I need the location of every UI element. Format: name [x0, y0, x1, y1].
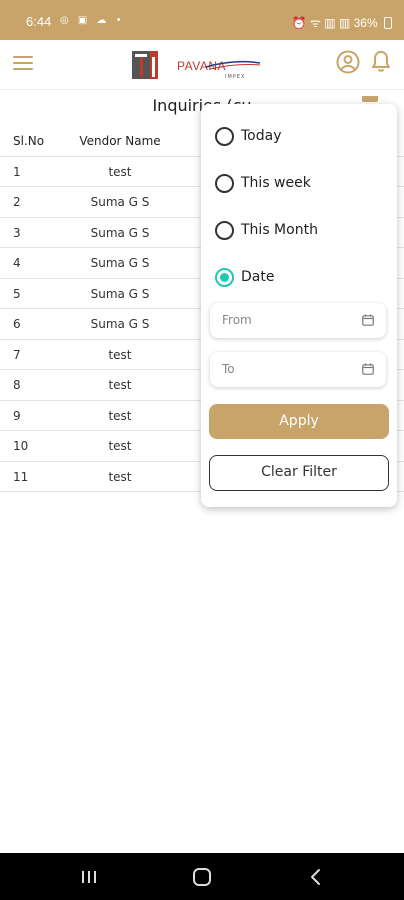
header-vendor-name: Vendor Name	[79, 134, 161, 148]
row-sl-no: 1	[13, 164, 21, 179]
from-date-placeholder: From	[222, 313, 252, 327]
company-logo: PAVANA IMPEX	[132, 47, 262, 83]
status-right-cluster: ⏰ ᯤ ▥ ▥ 36%	[292, 14, 392, 31]
filter-option-label: Today	[241, 128, 282, 144]
logo-subtext: IMPEX	[225, 74, 246, 80]
filter-toggle-button[interactable]	[362, 96, 378, 102]
row-sl-no: 4	[13, 256, 21, 270]
status-system-icons: ⏰ ᯤ ▥ ▥	[291, 16, 351, 30]
to-date-field[interactable]: To	[210, 352, 386, 387]
row-vendor-name: test	[108, 378, 132, 392]
row-sl-no: 3	[13, 225, 21, 240]
row-vendor-name: Suma G S	[90, 256, 150, 270]
row-sl-no: 9	[13, 408, 21, 423]
header-sl-no: Sl.No	[13, 134, 45, 148]
filter-option-today[interactable]: Today	[215, 125, 282, 147]
row-sl-no: 11	[13, 469, 29, 484]
date-filter-panel: Today This week This Month Date From To …	[201, 104, 397, 507]
status-time: 6:44	[26, 14, 52, 29]
battery-icon	[384, 17, 392, 29]
row-vendor-name: Suma G S	[90, 286, 150, 301]
logo-mark-icon	[132, 51, 158, 79]
row-sl-no: 10	[13, 439, 29, 453]
system-navigation-bar	[0, 853, 404, 900]
row-vendor-name: test	[108, 164, 132, 179]
radio-unchecked-icon[interactable]	[215, 220, 234, 240]
menu-icon[interactable]	[13, 56, 33, 70]
row-vendor-name: test	[108, 469, 132, 484]
app-bar: PAVANA IMPEX	[0, 40, 404, 90]
filter-option-label: This week	[241, 175, 311, 191]
radio-unchecked-icon[interactable]	[215, 126, 234, 146]
row-vendor-name: Suma G S	[90, 195, 150, 209]
status-notification-icons: ◎ ▣ ☁ •	[60, 15, 125, 26]
to-date-placeholder: To	[222, 362, 235, 376]
bell-icon[interactable]	[370, 49, 392, 73]
clear-filter-button[interactable]: Clear Filter	[209, 455, 389, 491]
logo-swoosh-icon	[205, 60, 261, 70]
row-sl-no: 2	[13, 195, 21, 209]
row-vendor-name: test	[108, 439, 132, 453]
user-circle-icon[interactable]	[336, 50, 360, 74]
row-sl-no: 5	[13, 286, 21, 301]
radio-unchecked-icon[interactable]	[215, 173, 234, 193]
battery-percent: 36%	[353, 16, 378, 30]
back-icon[interactable]	[309, 868, 323, 886]
filter-option-this-month[interactable]: This Month	[215, 219, 318, 241]
row-vendor-name: Suma G S	[90, 317, 150, 331]
filter-option-label: This Month	[241, 222, 318, 238]
home-icon[interactable]	[193, 868, 211, 886]
status-bar: 6:44 ◎ ▣ ☁ • ⏰ ᯤ ▥ ▥ 36%	[0, 0, 404, 40]
recents-icon[interactable]	[80, 870, 98, 884]
filter-option-this-week[interactable]: This week	[215, 172, 311, 194]
from-date-field[interactable]: From	[210, 303, 386, 338]
calendar-icon[interactable]	[362, 363, 374, 375]
row-vendor-name: test	[108, 347, 132, 362]
apply-button[interactable]: Apply	[209, 404, 389, 439]
filter-option-date[interactable]: Date	[215, 266, 274, 288]
row-sl-no: 6	[13, 317, 21, 331]
radio-checked-icon[interactable]	[215, 267, 234, 287]
row-sl-no: 7	[13, 347, 21, 362]
row-sl-no: 8	[13, 378, 21, 392]
row-vendor-name: test	[108, 408, 132, 423]
calendar-icon[interactable]	[362, 314, 374, 326]
filter-option-label: Date	[241, 269, 275, 285]
row-vendor-name: Suma G S	[90, 225, 150, 240]
